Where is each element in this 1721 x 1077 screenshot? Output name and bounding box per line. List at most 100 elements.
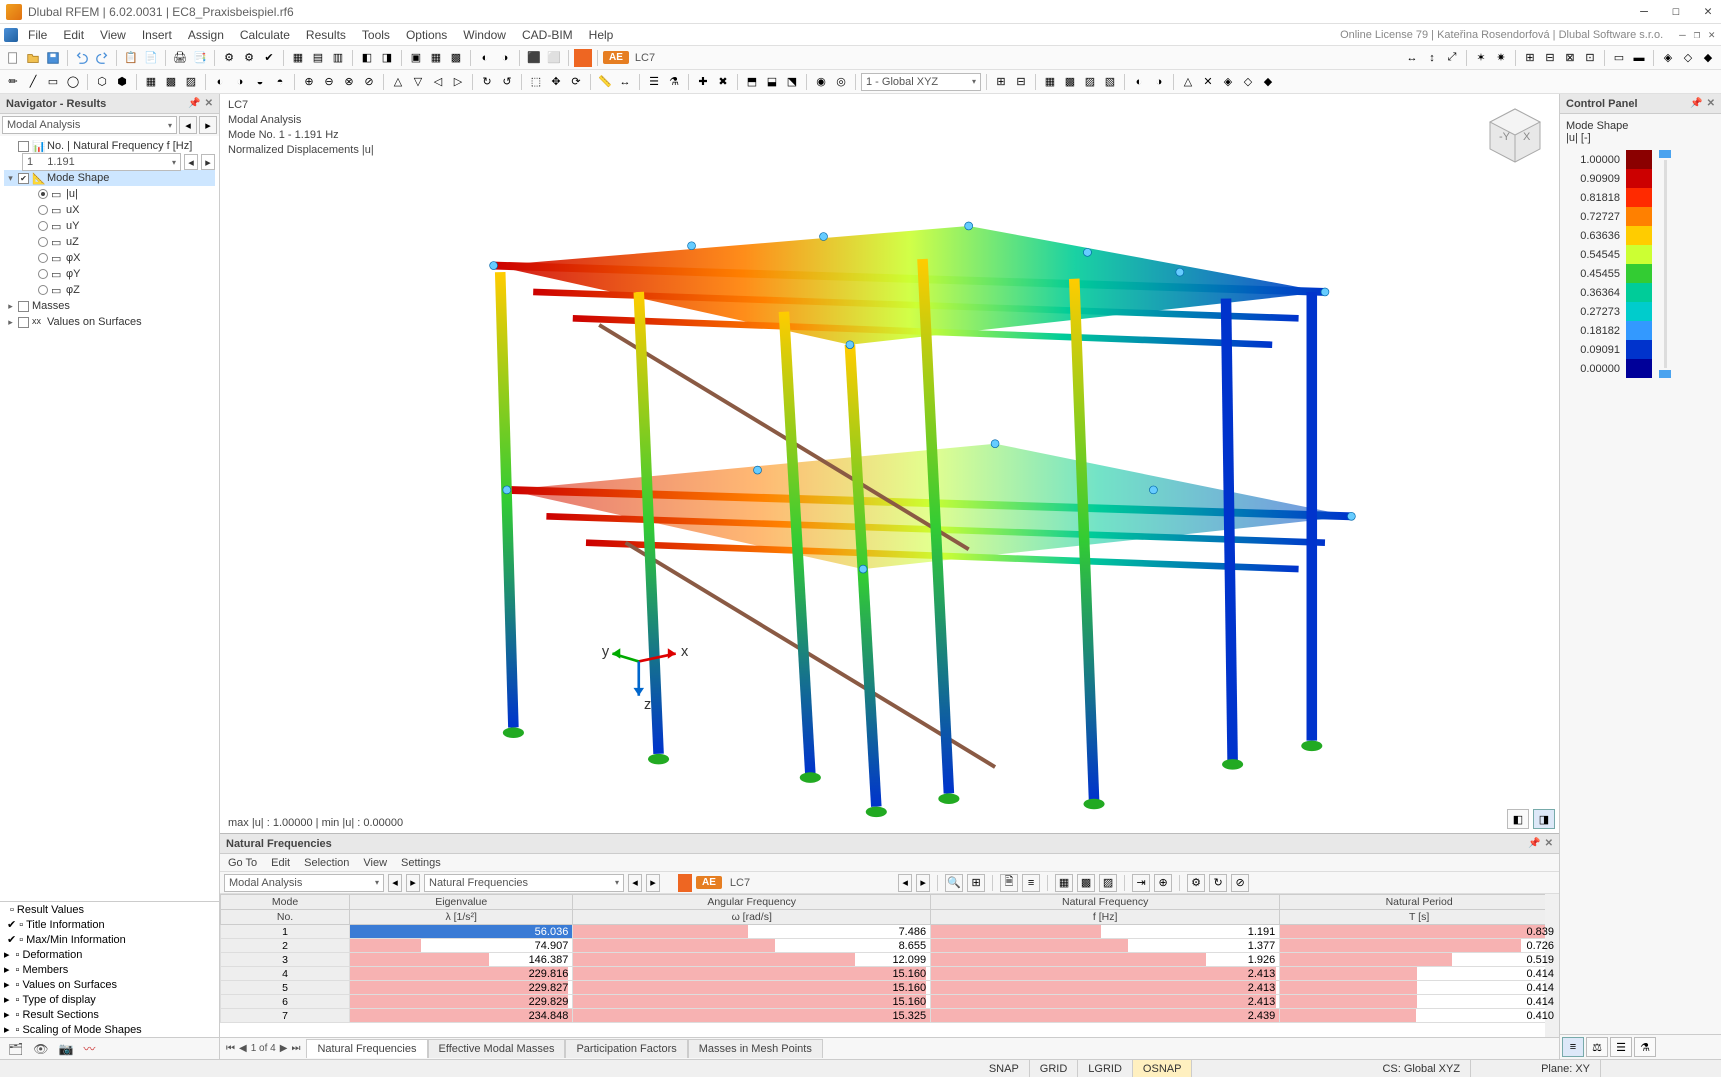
view-opt-2-icon[interactable]: ↕ xyxy=(1423,49,1441,67)
menu-options[interactable]: Options xyxy=(398,26,455,44)
dimension-icon[interactable]: ↔ xyxy=(616,73,634,91)
tree-u-5-radio[interactable] xyxy=(38,269,48,279)
cp-close-icon[interactable]: ✕ xyxy=(1707,98,1715,109)
wp-3-icon[interactable]: ▦ xyxy=(1041,73,1059,91)
menu-insert[interactable]: Insert xyxy=(134,26,180,44)
tree-freq-row[interactable]: 1 1.191 ◂ ▸ xyxy=(4,154,215,170)
res-tool-1-icon[interactable]: 🔍 xyxy=(945,874,963,892)
wp-12-icon[interactable]: ◇ xyxy=(1239,73,1257,91)
settings-icon[interactable]: ⚙ xyxy=(240,49,258,67)
draw-19-icon[interactable]: ▽ xyxy=(409,73,427,91)
res-lc-next-icon[interactable]: ▸ xyxy=(916,874,930,892)
tree-vs-expand[interactable]: ▸ xyxy=(6,317,15,328)
tree-u-3[interactable]: ▭uZ xyxy=(4,234,215,250)
view-opt-10-icon[interactable]: ▭ xyxy=(1610,49,1628,67)
draw-6-icon[interactable]: ⬢ xyxy=(113,73,131,91)
res-tab-effective-modal-masses[interactable]: Effective Modal Masses xyxy=(428,1039,566,1058)
tree-u-6[interactable]: ▭φZ xyxy=(4,282,215,298)
res-menu-goto[interactable]: Go To xyxy=(228,857,257,869)
wp-2-icon[interactable]: ⊟ xyxy=(1012,73,1030,91)
opt-4-expand[interactable]: ▸ xyxy=(4,963,10,976)
menu-edit[interactable]: Edit xyxy=(55,26,92,44)
pager-first-icon[interactable]: ⏮ xyxy=(226,1043,235,1054)
calc-icon[interactable]: ⚙ xyxy=(220,49,238,67)
navtab-data-icon[interactable]: 🗂 xyxy=(8,1042,23,1056)
view-opt-13-icon[interactable]: ◇ xyxy=(1679,49,1697,67)
minimize-button[interactable]: — xyxy=(1637,5,1651,19)
wp-11-icon[interactable]: ◈ xyxy=(1219,73,1237,91)
draw-3-icon[interactable]: ▭ xyxy=(44,73,62,91)
opt-7-expand[interactable]: ▸ xyxy=(4,1008,10,1021)
opt-1-checkbox[interactable]: ✔ xyxy=(7,918,16,931)
tool-e-icon[interactable]: ◨ xyxy=(378,49,396,67)
save-icon[interactable] xyxy=(44,49,62,67)
view-opt-9-icon[interactable]: ⊡ xyxy=(1581,49,1599,67)
res-menu-view[interactable]: View xyxy=(363,857,387,869)
result-color-icon[interactable] xyxy=(574,49,592,67)
menu-help[interactable]: Help xyxy=(581,26,622,44)
menu-tools[interactable]: Tools xyxy=(354,26,398,44)
opt-6-expand[interactable]: ▸ xyxy=(4,993,10,1006)
tree-u-3-radio[interactable] xyxy=(38,237,48,247)
tree-freq-prev-icon[interactable]: ◂ xyxy=(184,154,198,170)
wp-7-icon[interactable]: ◐ xyxy=(1130,73,1148,91)
misc-3-icon[interactable]: ⬒ xyxy=(743,73,761,91)
res-tool-6-icon[interactable]: ▩ xyxy=(1077,874,1095,892)
view-opt-14-icon[interactable]: ◆ xyxy=(1699,49,1717,67)
res-analysis-next-icon[interactable]: ▸ xyxy=(406,874,420,892)
tool-l-icon[interactable]: ⬜ xyxy=(545,49,563,67)
draw-10-icon[interactable]: ◐ xyxy=(211,73,229,91)
menu-logo-icon[interactable] xyxy=(4,28,18,42)
draw-23-icon[interactable]: ↺ xyxy=(498,73,516,91)
draw-7-icon[interactable]: ▦ xyxy=(142,73,160,91)
res-tool-2-icon[interactable]: ⊞ xyxy=(967,874,985,892)
res-menu-edit[interactable]: Edit xyxy=(271,857,290,869)
tree-u-0[interactable]: ▭|u| xyxy=(4,186,215,202)
res-combo-analysis[interactable]: Modal Analysis xyxy=(224,874,384,892)
view-opt-1-icon[interactable]: ↔ xyxy=(1403,49,1421,67)
view-opt-4-icon[interactable]: ✶ xyxy=(1472,49,1490,67)
draw-2-icon[interactable]: ╱ xyxy=(24,73,42,91)
draw-11-icon[interactable]: ◑ xyxy=(231,73,249,91)
res-analysis-prev-icon[interactable]: ◂ xyxy=(388,874,402,892)
status-lgrid[interactable]: LGRID xyxy=(1078,1060,1133,1077)
result-row-5[interactable]: 5229.82715.1602.4130.414 xyxy=(221,981,1559,995)
tree-u-6-radio[interactable] xyxy=(38,285,48,295)
vp-toggle-1-icon[interactable]: ◧ xyxy=(1507,809,1529,829)
navtab-views-icon[interactable]: 📷 xyxy=(58,1042,73,1056)
result-row-7[interactable]: 7234.84815.3252.4390.410 xyxy=(221,1009,1559,1023)
result-row-2[interactable]: 274.9078.6551.3770.726 xyxy=(221,939,1559,953)
tree-mode-checkbox[interactable]: ✔ xyxy=(18,173,29,184)
tree-masses-expand[interactable]: ▸ xyxy=(6,301,15,312)
mdi-minimize-button[interactable]: — xyxy=(1677,28,1688,41)
maximize-button[interactable]: ☐ xyxy=(1669,5,1683,19)
tree-mode-shape[interactable]: ▾ ✔ 📐 Mode Shape xyxy=(4,170,215,186)
draw-4-icon[interactable]: ◯ xyxy=(64,73,82,91)
tree-u-1-radio[interactable] xyxy=(38,205,48,215)
legend-slider[interactable] xyxy=(1658,150,1672,378)
legend-slider-thumb-top[interactable] xyxy=(1659,150,1671,158)
undo-icon[interactable] xyxy=(73,49,91,67)
tree-masses-checkbox[interactable] xyxy=(18,301,29,312)
res-tool-8-icon[interactable]: ⇥ xyxy=(1132,874,1150,892)
res-tool-5-icon[interactable]: ▦ xyxy=(1055,874,1073,892)
navigator-filter-combo[interactable]: Modal Analysis xyxy=(2,116,177,134)
tree-freq-next-icon[interactable]: ▸ xyxy=(201,154,215,170)
opt-max-min-information[interactable]: ✔▫Max/Min Information xyxy=(0,932,219,947)
navtab-display-icon[interactable]: 👁 xyxy=(33,1042,48,1056)
status-snap[interactable]: SNAP xyxy=(979,1060,1030,1077)
close-button[interactable]: ✕ xyxy=(1701,5,1715,19)
results-grid[interactable]: ModeEigenvalueAngular FrequencyNatural F… xyxy=(220,894,1559,1037)
tool-a-icon[interactable]: ▦ xyxy=(289,49,307,67)
redo-icon[interactable] xyxy=(93,49,111,67)
opt-5-expand[interactable]: ▸ xyxy=(4,978,10,991)
cp-tab-scale-icon[interactable]: ⚖ xyxy=(1586,1037,1608,1057)
view-opt-11-icon[interactable]: ▬ xyxy=(1630,49,1648,67)
menu-view[interactable]: View xyxy=(92,26,134,44)
tree-values-surfaces[interactable]: ▸ xx Values on Surfaces xyxy=(4,314,215,330)
legend-slider-thumb-bottom[interactable] xyxy=(1659,370,1671,378)
res-tool-10-icon[interactable]: ⚙ xyxy=(1187,874,1205,892)
draw-5-icon[interactable]: ⬡ xyxy=(93,73,111,91)
view-opt-6-icon[interactable]: ⊞ xyxy=(1521,49,1539,67)
misc-1-icon[interactable]: ✚ xyxy=(694,73,712,91)
